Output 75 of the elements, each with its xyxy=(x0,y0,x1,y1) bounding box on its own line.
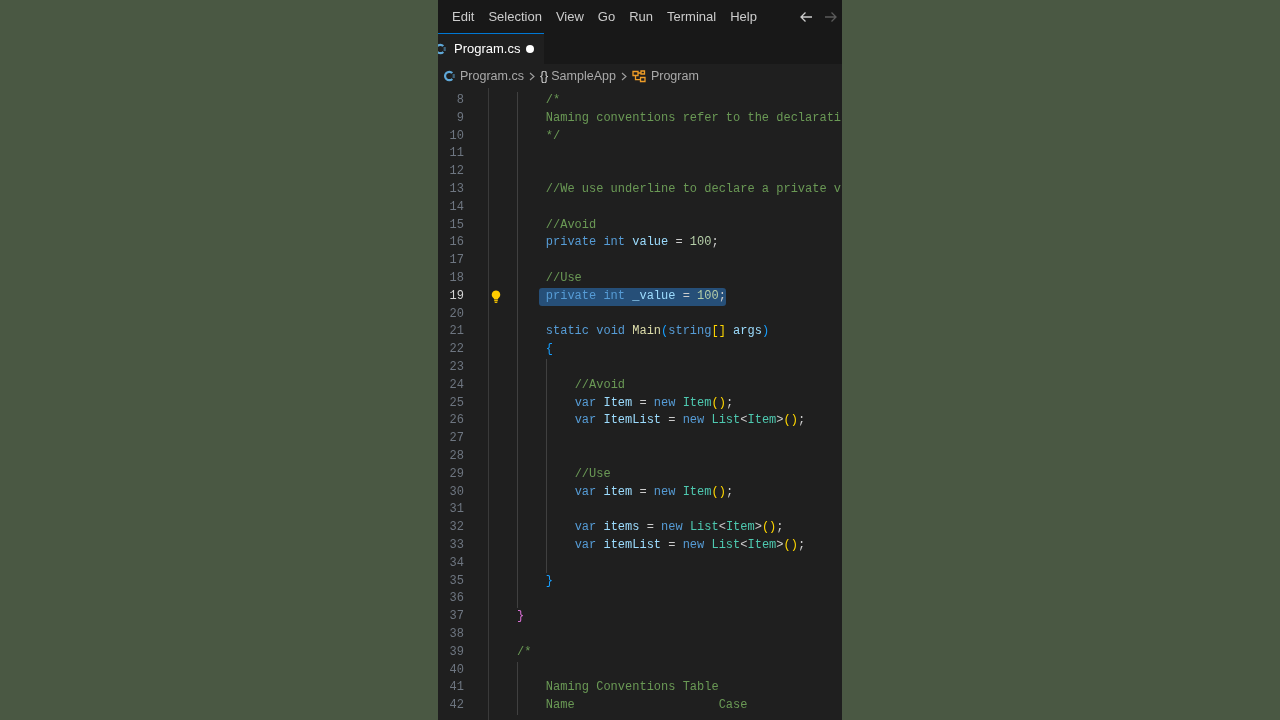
code-line: //We use underline to declare a private v xyxy=(545,181,842,198)
code-line: //Use xyxy=(574,465,611,483)
menu-item[interactable]: Run xyxy=(622,6,661,27)
line-number: 27 xyxy=(448,430,465,448)
line-number: 39 xyxy=(448,643,465,661)
line-number: 10 xyxy=(448,127,465,145)
line-number: 18 xyxy=(448,269,465,287)
back-arrow-icon[interactable] xyxy=(799,10,813,23)
line-number: 17 xyxy=(448,252,465,270)
class-icon xyxy=(631,69,646,83)
code-line: //Avoid xyxy=(574,376,626,394)
code-line: var itemList = new List<Item>(); xyxy=(574,536,806,554)
code-line: var Item = new Item(); xyxy=(574,394,734,412)
breadcrumb-item[interactable]: Program.cs xyxy=(443,68,524,84)
code-line: var ItemList = new List<Item>(); xyxy=(574,412,806,430)
code-line: { xyxy=(545,341,553,359)
line-number: 40 xyxy=(448,661,465,679)
menu-item[interactable]: Go xyxy=(590,6,623,27)
line-number: 42 xyxy=(448,697,465,715)
code-line: Name Case xyxy=(545,697,748,715)
line-number: 37 xyxy=(448,608,465,626)
code-line: //Use xyxy=(545,269,582,287)
menu-item[interactable]: Edit xyxy=(445,6,482,27)
code-line: //Avoid xyxy=(545,216,597,234)
line-number: 12 xyxy=(448,163,465,181)
line-number: 28 xyxy=(448,447,465,465)
line-number: 9 xyxy=(455,109,465,127)
code-line: } xyxy=(545,572,553,590)
file-icon xyxy=(438,43,446,55)
line-number: 26 xyxy=(448,412,465,430)
file-icon xyxy=(443,70,455,82)
menu-item[interactable]: Terminal xyxy=(660,6,724,27)
menu-item[interactable]: Help xyxy=(723,6,764,27)
code-line: static void Main(string[] args) xyxy=(545,323,770,341)
line-number: 36 xyxy=(448,590,465,608)
line-number: 41 xyxy=(448,679,465,697)
code-line: /* xyxy=(517,643,532,661)
line-number: 11 xyxy=(448,145,465,163)
code-line: Naming conventions refer to the declarati xyxy=(545,109,842,127)
breadcrumb-item[interactable]: Program xyxy=(631,68,699,84)
line-number: 15 xyxy=(448,216,465,234)
line-number: 22 xyxy=(448,341,465,359)
chevron-icon xyxy=(620,71,627,81)
lightbulb-icon[interactable] xyxy=(491,290,501,304)
line-number: 8 xyxy=(455,92,465,109)
line-number: 38 xyxy=(448,625,465,643)
braces-icon: {} xyxy=(539,68,549,84)
line-number: 31 xyxy=(448,501,465,519)
line-number: 32 xyxy=(448,519,465,537)
code-line: */ xyxy=(545,127,561,145)
line-number: 30 xyxy=(448,483,465,501)
menu-item[interactable]: Selection xyxy=(481,6,549,27)
line-number: 29 xyxy=(448,465,465,483)
breadcrumb-item[interactable]: {} SampleApp xyxy=(539,68,616,84)
code-line: /* xyxy=(545,92,561,109)
line-number: 33 xyxy=(448,536,465,554)
line-number: 23 xyxy=(448,358,465,376)
code-line: Naming Conventions Table xyxy=(545,679,719,697)
line-number: 16 xyxy=(448,234,465,252)
code-line: } xyxy=(517,608,525,626)
line-number: 13 xyxy=(448,181,465,198)
code-line: var items = new List<Item>(); xyxy=(574,519,784,537)
line-number: 20 xyxy=(448,305,465,323)
line-number: 19 xyxy=(448,287,465,305)
line-number: 14 xyxy=(448,198,465,216)
code-line: private int value = 100; xyxy=(545,234,719,252)
line-number: 24 xyxy=(448,376,465,394)
menu-item[interactable]: View xyxy=(548,6,591,27)
line-number: 21 xyxy=(448,323,465,341)
line-number: 34 xyxy=(448,554,465,572)
editor-tab[interactable]: Program.cs xyxy=(438,33,545,64)
line-number: 35 xyxy=(448,572,465,590)
line-number: 25 xyxy=(448,394,465,412)
chevron-icon xyxy=(528,71,535,81)
code-line: var item = new Item(); xyxy=(574,483,734,501)
